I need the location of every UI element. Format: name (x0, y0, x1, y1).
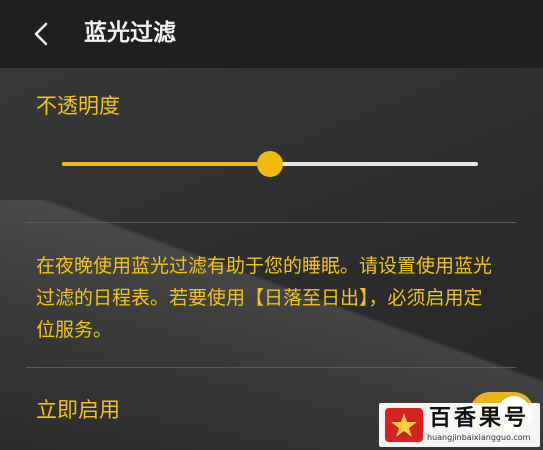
star-icon (391, 413, 417, 437)
divider (26, 222, 516, 223)
watermark-logo (385, 408, 423, 442)
opacity-slider[interactable] (62, 150, 478, 180)
slider-track-fill (62, 162, 270, 166)
page-title: 蓝光过滤 (84, 20, 176, 46)
watermark: 百香果号 huangjinbaixiangguo.com (379, 403, 540, 447)
divider (26, 367, 516, 368)
slider-thumb[interactable] (257, 151, 283, 177)
opacity-label: 不透明度 (36, 94, 120, 118)
chevron-left-icon (34, 22, 48, 46)
watermark-url: huangjinbaixiangguo.com (427, 433, 531, 442)
enable-now-label: 立即启用 (36, 398, 120, 422)
watermark-name: 百香果号 (429, 406, 530, 431)
app-header: 蓝光过滤 (0, 0, 543, 68)
description-text: 在夜晚使用蓝光过滤有助于您的睡眠。请设置使用蓝光过滤的日程表。若要使用【日落至日… (36, 255, 493, 341)
back-button[interactable] (28, 20, 56, 48)
